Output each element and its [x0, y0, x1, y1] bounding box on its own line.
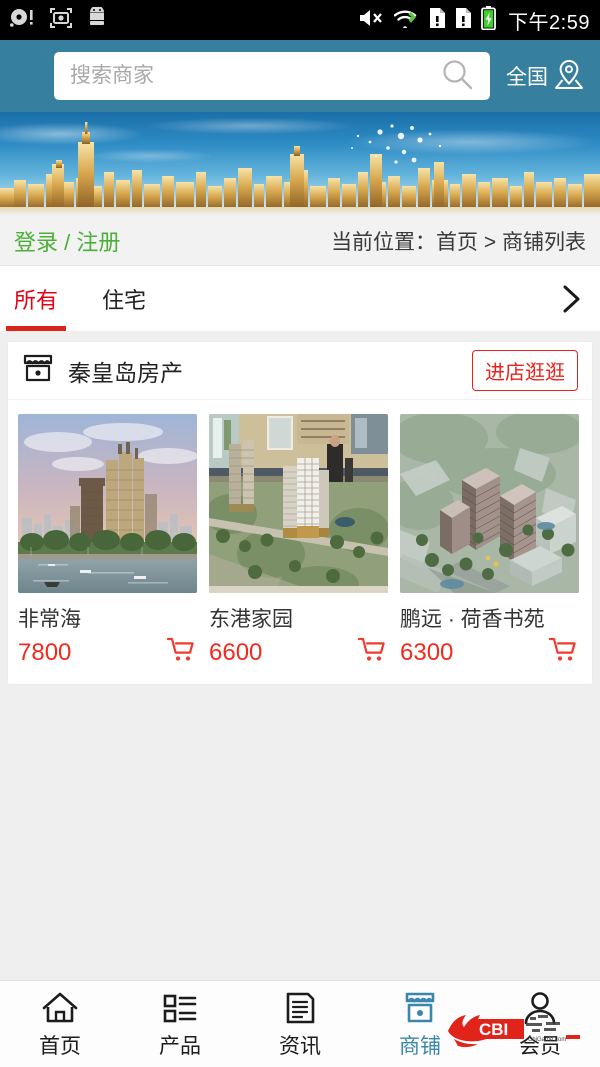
status-bar: 下午2:59 [0, 0, 600, 40]
list-icon [161, 991, 199, 1030]
location-selector[interactable]: 全国 [506, 58, 584, 95]
nav-label-news: 资讯 [279, 1035, 321, 1058]
product-price: 6300 [400, 638, 454, 666]
nav-item-shops[interactable]: 商铺 [360, 981, 480, 1067]
tab-residential[interactable]: 住宅 [102, 266, 146, 331]
category-tabs: 所有 住宅 [0, 266, 600, 332]
cart-icon[interactable] [357, 637, 388, 668]
product-thumbnail[interactable] [209, 414, 388, 593]
product-title: 非常海 [18, 608, 81, 631]
user-icon [521, 991, 559, 1030]
map-pin-icon[interactable] [554, 58, 584, 95]
nav-label-home: 首页 [39, 1035, 81, 1058]
battery-charging-icon [481, 5, 496, 35]
nav-item-news[interactable]: 资讯 [240, 981, 360, 1067]
tab-all[interactable]: 所有 [5, 266, 67, 331]
account-breadcrumb-bar: 登录 / 注册 当前位置：首页 > 商铺列表 [0, 216, 600, 266]
login-register-link[interactable]: 登录 / 注册 [14, 225, 120, 257]
wifi-icon [393, 8, 420, 33]
status-bar-right-icons: 下午2:59 [358, 5, 590, 35]
tab-residential-label: 住宅 [102, 287, 147, 313]
app-header: 全国 [0, 40, 600, 112]
nav-label-member: 会员 [519, 1035, 561, 1058]
product-title: 鹏远 · 荷香书苑 [400, 608, 545, 631]
nav-item-home[interactable]: 首页 [0, 981, 120, 1067]
chevron-right-icon[interactable] [556, 282, 586, 316]
shop-icon [401, 991, 439, 1030]
product-item[interactable]: 非常海 7800 [18, 414, 197, 668]
product-list: 非常海 7800 东港家园 6600 鹏远 · 荷香书苑 6300 [8, 400, 592, 684]
home-icon [41, 991, 79, 1030]
bottom-navigation: 首页 产品 资讯 商铺 会员 CBI ChiGame.com [0, 980, 600, 1067]
mute-icon [358, 8, 385, 33]
product-price-row: 7800 [18, 637, 197, 668]
product-price-row: 6600 [209, 637, 388, 668]
status-bar-clock: 下午2:59 [508, 11, 590, 34]
product-price: 6600 [209, 638, 263, 666]
search-input[interactable] [70, 64, 440, 88]
product-item[interactable]: 鹏远 · 荷香书苑 6300 [400, 414, 579, 668]
breadcrumb: 当前位置：首页 > 商铺列表 [331, 230, 586, 254]
location-label: 全国 [506, 66, 548, 89]
aerial-complex-image [400, 414, 579, 593]
enter-store-button[interactable]: 进店逛逛 [472, 350, 578, 391]
record-icon [10, 8, 36, 33]
screenshot-icon [49, 7, 73, 34]
product-price-row: 6300 [400, 637, 579, 668]
product-title: 东港家园 [209, 608, 293, 631]
sim1-alert-icon [429, 7, 446, 34]
product-price: 7800 [18, 638, 72, 666]
banner-skyline [0, 122, 600, 216]
store-name: 秦皇岛房产 [68, 359, 183, 386]
model-hall-tower-image [209, 414, 388, 593]
nav-label-shops: 商铺 [399, 1035, 441, 1058]
store-card: 秦皇岛房产 进店逛逛 非常海 7800 东港家园 6600 鹏远 · 荷香书苑 … [8, 342, 592, 684]
nav-label-products: 产品 [159, 1035, 201, 1058]
product-thumbnail[interactable] [18, 414, 197, 593]
android-icon [86, 5, 108, 34]
hero-banner [0, 112, 600, 216]
product-thumbnail[interactable] [400, 414, 579, 593]
nav-item-products[interactable]: 产品 [120, 981, 240, 1067]
riverside-towers-image [18, 414, 197, 593]
shop-icon [22, 353, 54, 388]
search-bar[interactable] [54, 52, 490, 100]
tab-all-label: 所有 [14, 287, 59, 313]
product-item[interactable]: 东港家园 6600 [209, 414, 388, 668]
nav-item-member[interactable]: 会员 [480, 981, 600, 1067]
cart-icon[interactable] [548, 637, 579, 668]
sim2-alert-icon [455, 7, 472, 34]
status-bar-left-icons [10, 5, 108, 34]
cart-icon[interactable] [166, 637, 197, 668]
search-icon[interactable] [440, 57, 474, 96]
store-header[interactable]: 秦皇岛房产 进店逛逛 [8, 342, 592, 400]
news-icon [281, 991, 319, 1030]
